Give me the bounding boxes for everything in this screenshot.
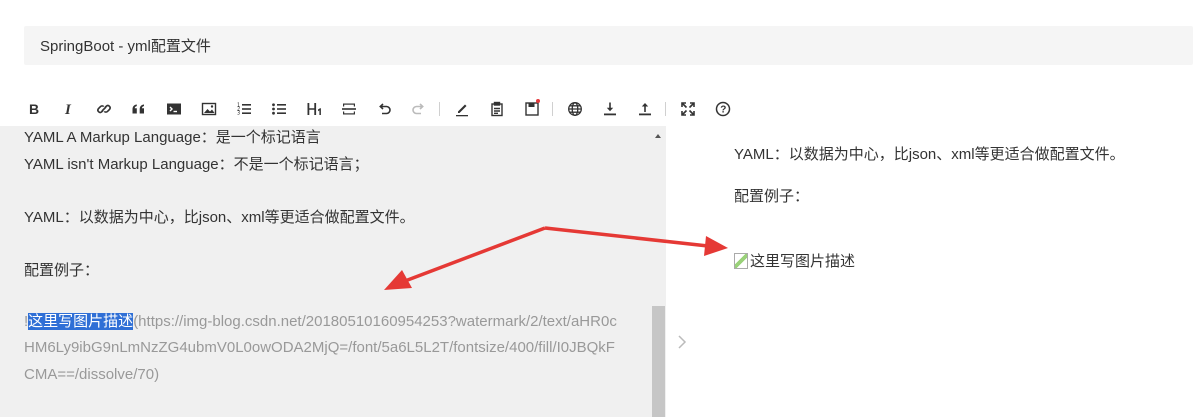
image-icon [201,102,216,116]
pen-icon [455,104,468,117]
preview-image-alt: 这里写图片描述 [750,253,856,270]
scrollbar-thumb[interactable] [652,306,665,417]
bold-button[interactable]: B [22,97,45,121]
link-icon [96,104,111,114]
svg-text:B: B [29,101,39,117]
editor-line: 配置例子： [24,261,100,279]
article-title-input[interactable]: SpringBoot - yml配置文件 [24,26,1193,65]
redo-icon [411,103,424,115]
export-icon [638,103,651,116]
italic-icon: I [64,102,72,117]
preview-paragraph: 配置例子： [734,188,810,205]
code-icon [166,103,181,115]
svg-text:?: ? [720,105,726,116]
editor-line: YAML：以数据为中心，比json、xml等更适合做配置文件。 [24,208,415,226]
draft-button[interactable] [520,97,543,121]
clean-button[interactable] [450,97,473,121]
clipboard-icon [490,101,503,117]
preview-paragraph: YAML：以数据为中心，比json、xml等更适合做配置文件。 [734,146,1125,163]
unordered-list-icon [271,103,286,115]
publish-button[interactable] [563,97,586,121]
help-icon: ? [715,101,730,117]
article-title-text: SpringBoot - yml配置文件 [40,38,211,55]
toolbar-separator [439,102,440,116]
horizontal-rule-icon [341,103,356,115]
editor-toolbar: B I 123 ? [0,92,1193,126]
help-button[interactable]: ? [711,97,734,121]
template-button[interactable] [485,97,508,121]
quote-icon [132,104,144,114]
chevron-right-icon[interactable] [676,332,688,352]
ordered-list-button[interactable]: 123 [232,97,255,121]
heading-icon [307,103,321,115]
image-markdown-line: !这里写图片描述(https://img-blog.csdn.net/20180… [24,309,624,389]
save-icon [524,102,539,116]
toolbar-separator [665,102,666,116]
fullscreen-icon [680,102,695,116]
undo-button[interactable] [372,97,395,121]
horizontal-rule-button[interactable] [337,97,360,121]
heading-button[interactable] [302,97,325,121]
svg-text:3: 3 [237,111,240,117]
link-button[interactable] [92,97,115,121]
markdown-preview: YAML：以数据为中心，比json、xml等更适合做配置文件。 配置例子： 这里… [666,126,1193,417]
globe-icon [567,102,582,116]
scroll-up-arrow-icon[interactable] [655,134,661,138]
editor-line: YAML A Markup Language：是一个标记语言 [24,129,321,146]
svg-text:I: I [64,102,72,117]
broken-image-icon [734,252,748,269]
code-button[interactable] [162,97,185,121]
redo-button[interactable] [407,97,430,121]
selected-alt-text: 这里写图片描述 [28,312,134,330]
notification-dot [536,99,540,103]
editor-scrollbar[interactable] [651,126,666,417]
bold-icon: B [29,101,39,117]
markdown-editor[interactable]: YAML A Markup Language：是一个标记语言 YAML isn'… [0,126,666,417]
preview-broken-image: 这里写图片描述 [734,250,855,271]
unordered-list-button[interactable] [267,97,290,121]
import-icon [603,102,616,116]
import-button[interactable] [598,97,621,121]
image-button[interactable] [197,97,220,121]
editor-content[interactable]: YAML A Markup Language：是一个标记语言 YAML isn'… [24,126,624,388]
italic-button[interactable]: I [57,97,80,121]
undo-icon [378,103,391,115]
toolbar-separator [552,102,553,116]
editor-line: YAML isn't Markup Language：不是一个标记语言； [24,155,369,173]
quote-button[interactable] [127,97,150,121]
fullscreen-button[interactable] [676,97,699,121]
ordered-list-icon: 123 [237,102,251,117]
export-button[interactable] [633,97,656,121]
